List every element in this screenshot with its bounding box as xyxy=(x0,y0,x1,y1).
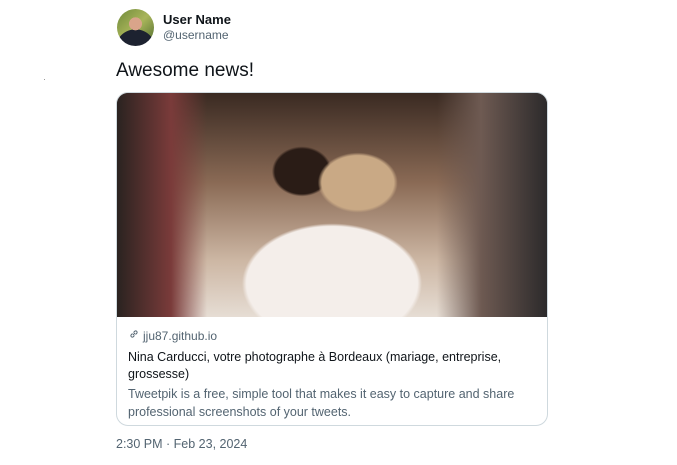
card-title: Nina Carducci, votre photographe à Borde… xyxy=(128,350,502,381)
tweet-timestamp[interactable]: 2:30 PM · Feb 23, 2024 xyxy=(116,437,247,451)
card-image xyxy=(117,93,547,317)
avatar[interactable] xyxy=(117,9,154,46)
link-card[interactable]: jju87.github.io Nina Carducci, votre pho… xyxy=(116,92,548,426)
tweet-text: Awesome news! xyxy=(116,60,254,81)
link-icon xyxy=(128,328,140,343)
card-description: Tweetpik is a free, simple tool that mak… xyxy=(128,387,515,419)
stray-dot xyxy=(44,79,45,80)
user-name[interactable]: User Name xyxy=(163,12,231,27)
user-handle[interactable]: @username xyxy=(163,28,229,42)
card-domain: jju87.github.io xyxy=(128,328,536,343)
card-domain-text: jju87.github.io xyxy=(143,328,218,343)
